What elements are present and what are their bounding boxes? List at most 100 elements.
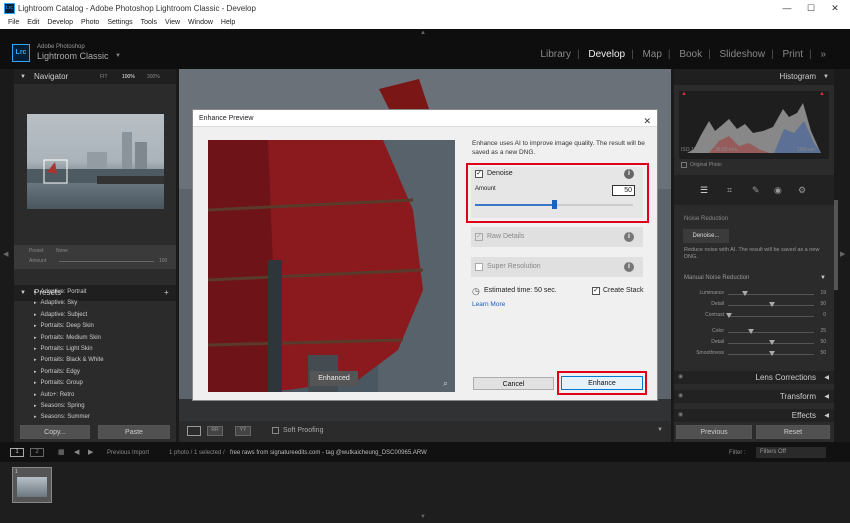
preset-item[interactable]: Adaptive: Sky bbox=[20, 298, 170, 309]
toggle-icon[interactable]: ◉ bbox=[678, 411, 683, 418]
denoise-amount-slider[interactable] bbox=[475, 200, 633, 209]
original-photo-checkbox[interactable] bbox=[681, 162, 687, 168]
dialog-close-icon[interactable]: ✕ bbox=[643, 113, 651, 130]
denoise-button[interactable]: Denoise... bbox=[683, 229, 729, 243]
module-print[interactable]: Print bbox=[782, 49, 803, 60]
amount-slider[interactable] bbox=[59, 261, 154, 262]
module-slideshow[interactable]: Slideshow bbox=[720, 49, 766, 60]
enhance-preview-image[interactable]: Enhanced ⌕ bbox=[208, 140, 455, 392]
nr-slider-thumb[interactable] bbox=[726, 313, 732, 318]
filmstrip-thumbnail[interactable]: 1 bbox=[12, 467, 52, 503]
denoise-checkbox[interactable]: ✓ bbox=[475, 170, 483, 178]
effects-header[interactable]: ◉ Effects ◀ bbox=[674, 409, 834, 422]
transform-header[interactable]: ◉ Transform ◀ bbox=[674, 390, 834, 403]
create-stack-checkbox[interactable]: ✓ bbox=[592, 287, 600, 295]
nr-slider-track[interactable] bbox=[728, 316, 814, 317]
preset-item[interactable]: Adaptive: Portrait bbox=[20, 287, 170, 298]
learn-more-link[interactable]: Learn More bbox=[472, 301, 505, 308]
histogram-header[interactable]: Histogram ▼ bbox=[674, 69, 834, 85]
page1-button[interactable]: 1 bbox=[10, 448, 24, 457]
nr-slider-thumb[interactable] bbox=[769, 340, 775, 345]
menu-item[interactable]: Photo bbox=[81, 19, 99, 26]
super-resolution-checkbox[interactable] bbox=[475, 263, 483, 271]
identity-caret-icon[interactable]: ▼ bbox=[115, 53, 121, 59]
lens-corrections-header[interactable]: ◉ Lens Corrections ◀ bbox=[674, 371, 834, 384]
preset-item[interactable]: Portraits: Group bbox=[20, 378, 170, 389]
edit-sliders-icon[interactable]: ☰ bbox=[700, 185, 708, 196]
preset-item[interactable]: Portraits: Medium Skin bbox=[20, 333, 170, 344]
filter-select[interactable]: Filters Off bbox=[756, 447, 826, 458]
preset-item[interactable]: Seasons: Spring bbox=[20, 401, 170, 412]
toolbar-menu-icon[interactable]: ▼ bbox=[657, 427, 663, 433]
forward-arrow-icon[interactable]: ▶ bbox=[88, 448, 93, 456]
menu-item[interactable]: Tools bbox=[141, 19, 157, 26]
preset-item[interactable]: Adaptive: Subject bbox=[20, 310, 170, 321]
nr-slider-thumb[interactable] bbox=[742, 291, 749, 296]
healing-brush-icon[interactable]: ✎ bbox=[752, 185, 760, 196]
nr-slider-thumb[interactable] bbox=[769, 351, 775, 356]
zoom-300[interactable]: 300% bbox=[147, 69, 160, 85]
preset-item[interactable]: Seasons: Summer bbox=[20, 412, 170, 421]
toggle-icon[interactable]: ◉ bbox=[678, 392, 683, 399]
right-panel-scrollbar[interactable] bbox=[834, 200, 838, 290]
back-arrow-icon[interactable]: ◀ bbox=[74, 448, 79, 456]
page2-button[interactable]: 2 bbox=[30, 448, 44, 457]
soft-proofing-checkbox[interactable] bbox=[272, 427, 279, 434]
bottom-panel-toggle-icon[interactable]: ▼ bbox=[420, 514, 426, 520]
menu-item[interactable]: View bbox=[165, 19, 180, 26]
toggle-icon[interactable]: ◉ bbox=[678, 373, 683, 380]
maximize-icon[interactable]: ☐ bbox=[804, 2, 818, 14]
red-eye-icon[interactable]: ◉ bbox=[774, 185, 782, 196]
zoom-icon[interactable]: ⌕ bbox=[443, 378, 448, 389]
nr-slider-track[interactable] bbox=[728, 294, 814, 295]
shadow-clipping-icon[interactable]: ▲ bbox=[681, 91, 687, 97]
module-library[interactable]: Library bbox=[540, 49, 571, 60]
module-book[interactable]: Book bbox=[679, 49, 702, 60]
reset-button[interactable]: Reset bbox=[756, 425, 830, 439]
left-panel-toggle-icon[interactable]: ◀ bbox=[3, 250, 8, 258]
minimize-icon[interactable]: — bbox=[780, 2, 794, 14]
right-panel-toggle-icon[interactable]: ▶ bbox=[840, 250, 845, 258]
highlight-clipping-icon[interactable]: ▲ bbox=[819, 91, 825, 97]
nr-slider-thumb[interactable] bbox=[769, 302, 775, 307]
denoise-amount-thumb[interactable] bbox=[551, 200, 557, 209]
manual-noise-reduction-header[interactable]: Manual Noise Reduction ▼ bbox=[680, 273, 830, 285]
paste-button[interactable]: Paste bbox=[98, 425, 170, 439]
super-resolution-info-icon[interactable]: i bbox=[624, 262, 634, 272]
raw-details-checkbox[interactable]: ✓ bbox=[475, 233, 483, 241]
copy-button[interactable]: Copy... bbox=[20, 425, 90, 439]
menu-item[interactable]: File bbox=[8, 19, 19, 26]
menu-item[interactable]: Edit bbox=[27, 19, 39, 26]
menu-item[interactable]: Window bbox=[188, 19, 213, 26]
denoise-info-icon[interactable]: i bbox=[624, 169, 634, 179]
crop-icon[interactable]: ⌗ bbox=[727, 185, 732, 196]
previous-import-label[interactable]: Previous Import bbox=[107, 450, 149, 456]
preset-item[interactable]: Auto+: Retro bbox=[20, 390, 170, 401]
enhance-button[interactable]: Enhance bbox=[561, 376, 643, 390]
zoom-100[interactable]: 100% bbox=[122, 69, 135, 85]
close-window-icon[interactable]: ✕ bbox=[828, 2, 842, 14]
menu-item[interactable]: Help bbox=[221, 19, 235, 26]
source-info[interactable]: free raws from signatureedits.com - tag … bbox=[230, 450, 427, 456]
menu-item[interactable]: Settings bbox=[107, 19, 132, 26]
grid-icon[interactable]: ▦ bbox=[58, 448, 65, 456]
nr-slider-track[interactable] bbox=[728, 332, 814, 333]
raw-details-info-icon[interactable]: i bbox=[624, 232, 634, 242]
masking-icon[interactable]: ⚙ bbox=[798, 185, 806, 196]
module-map[interactable]: Map bbox=[642, 49, 661, 60]
preset-item[interactable]: Portraits: Edgy bbox=[20, 367, 170, 378]
denoise-amount-input[interactable]: 50 bbox=[612, 185, 635, 196]
top-panel-toggle-icon[interactable]: ▲ bbox=[420, 30, 426, 36]
preset-item[interactable]: Portraits: Black & White bbox=[20, 355, 170, 366]
module-more-icon[interactable]: » bbox=[820, 49, 826, 60]
previous-button[interactable]: Previous bbox=[676, 425, 752, 439]
zoom-fit[interactable]: FIT bbox=[100, 69, 108, 85]
navigator-header[interactable]: ▼ Navigator FIT 100% 300% bbox=[14, 69, 176, 84]
loupe-view-icon[interactable] bbox=[187, 426, 201, 436]
navigator-preview[interactable] bbox=[27, 114, 164, 209]
preset-value[interactable]: None bbox=[56, 248, 68, 254]
preset-item[interactable]: Portraits: Deep Skin bbox=[20, 321, 170, 332]
nr-slider-thumb[interactable] bbox=[747, 329, 754, 334]
menu-item[interactable]: Develop bbox=[47, 19, 73, 26]
module-develop[interactable]: Develop bbox=[588, 49, 625, 60]
